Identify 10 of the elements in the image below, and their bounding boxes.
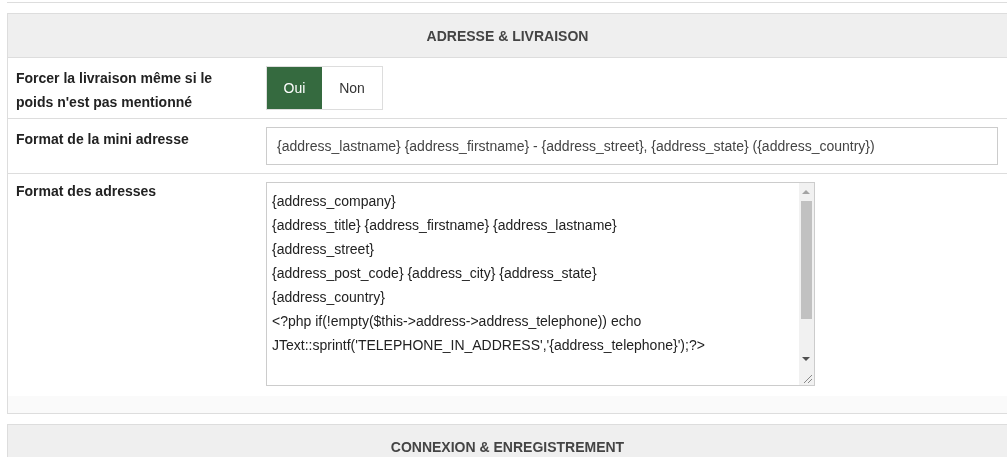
selected-toggle-button[interactable]: Oui: [267, 67, 322, 109]
input-field[interactable]: {address_lastname} {address_firstname} - {address_street}, {address_state} ({address_country}): [266, 127, 998, 165]
field-label: Format des adresses: [15, 182, 158, 201]
scrollbar-drawing[interactable]: [799, 183, 814, 385]
textarea-field[interactable]: {address_company} {address_title} {address_firstname} {address_lastname} {address_street} {address_post_code} {address_city} {address_state} {address_country} <?php if(!empty($this->address->address_telephone)) echo JText::sprintf('TELEPHONE_IN_ADDRESS','{address_telephone}');?>: [266, 182, 815, 386]
field-label: Forcer la livraison même si le poids n'est pas mentionné: [15, 69, 214, 112]
resize-grip-icon[interactable]: [801, 372, 813, 384]
section-header: ADRESSE & LIVRAISON: [8, 14, 1007, 57]
section-header: CONNEXION & ENREGISTREMENT: [8, 425, 1007, 457]
field-label: Format de la mini adresse: [15, 130, 190, 149]
